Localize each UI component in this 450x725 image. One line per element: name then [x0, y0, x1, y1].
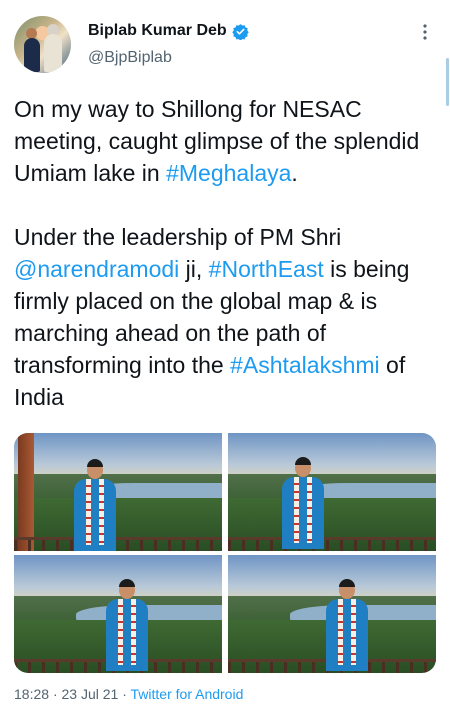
photo-person: [104, 579, 150, 671]
photo-1[interactable]: [14, 433, 222, 551]
tweet-source-link[interactable]: Twitter for Android: [131, 686, 244, 702]
tweet-header: Biplab Kumar Deb @BjpBiplab: [0, 0, 450, 106]
avatar-figure-body: [44, 34, 62, 72]
separator: ·: [52, 686, 58, 702]
more-options-icon[interactable]: [418, 22, 432, 42]
tweet-text-segment: ji,: [179, 256, 209, 282]
author-handle[interactable]: @BjpBiplab: [88, 49, 172, 67]
tweet-text-segment: Under the leadership of PM Shri: [14, 224, 342, 250]
photo-person: [72, 459, 118, 551]
tweet-date[interactable]: 23 Jul 21: [62, 686, 119, 702]
photo-2[interactable]: [228, 433, 436, 551]
hashtag-link[interactable]: #Meghalaya: [166, 160, 291, 186]
tweet-time[interactable]: 18:28: [14, 686, 49, 702]
mention-link[interactable]: @narendramodi: [14, 256, 179, 282]
separator: ·: [122, 686, 127, 702]
photo-3[interactable]: [14, 555, 222, 673]
photo-railing: [228, 537, 436, 551]
avatar[interactable]: [14, 16, 71, 73]
hashtag-link[interactable]: #NorthEast: [209, 256, 324, 282]
hashtag-link[interactable]: #Ashtalakshmi: [230, 352, 380, 378]
media-grid: [14, 433, 436, 673]
author-name-row[interactable]: Biplab Kumar Deb: [88, 22, 249, 40]
avatar-figure-body: [24, 38, 40, 72]
author-name[interactable]: Biplab Kumar Deb: [88, 22, 227, 40]
photo-person: [280, 457, 326, 549]
tweet-timestamp: 18:28 · 23 Jul 21 · Twitter for Android: [14, 686, 243, 702]
photo-post: [18, 433, 34, 551]
tweet-text: On my way to Shillong for NESAC meeting,…: [14, 93, 442, 413]
photo-person: [324, 579, 370, 671]
tweet-paragraph: Under the leadership of PM Shri @narendr…: [14, 221, 442, 413]
verified-badge-icon: [231, 23, 249, 40]
photo-4[interactable]: [228, 555, 436, 673]
scrollbar[interactable]: [446, 58, 449, 106]
photo-railing: [14, 537, 222, 551]
tweet-text-segment: .: [291, 160, 298, 186]
tweet-paragraph: On my way to Shillong for NESAC meeting,…: [14, 93, 442, 189]
